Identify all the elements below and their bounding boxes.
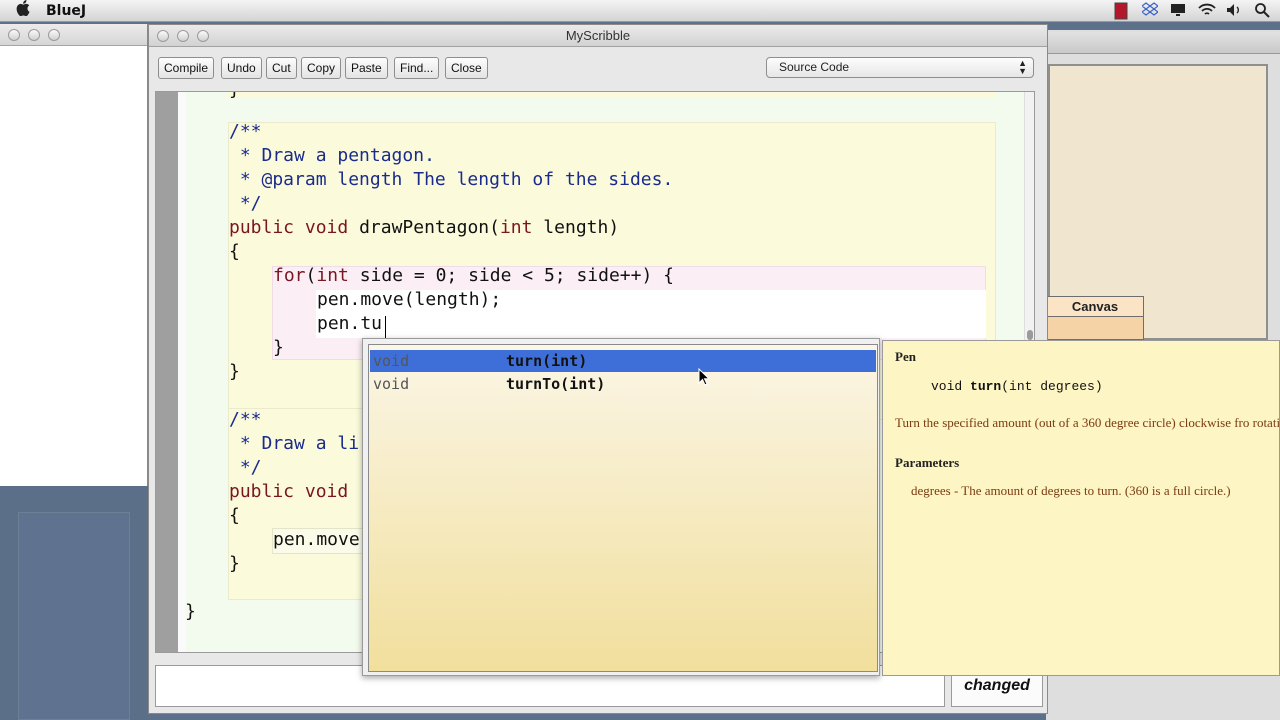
menubar: BlueJ xyxy=(0,0,1280,22)
code-line: public void xyxy=(229,480,348,504)
spotlight-search-icon[interactable] xyxy=(1254,2,1270,18)
close-window-button[interactable] xyxy=(157,30,169,42)
code-line: * @param length The length of the sides. xyxy=(229,169,674,190)
code-line: /** xyxy=(229,409,262,430)
code-keyword: void xyxy=(304,217,349,238)
code-line: } xyxy=(185,601,196,622)
code-line-current: pen.tu xyxy=(317,313,383,334)
code-line: } xyxy=(273,337,284,358)
undo-button[interactable]: Undo xyxy=(221,57,262,79)
zoom-window-button[interactable] xyxy=(48,29,60,41)
code-keyword: public xyxy=(229,481,295,502)
code-line: * Draw a li xyxy=(229,433,360,454)
copy-button[interactable]: Copy xyxy=(301,57,342,79)
minimize-window-button[interactable] xyxy=(28,29,40,41)
close-window-button[interactable] xyxy=(8,29,20,41)
doc-description: Turn the specified amount (out of a 360 … xyxy=(895,415,1280,430)
editor-gutter[interactable] xyxy=(156,92,178,652)
code-line: public void drawPentagon(int length) xyxy=(229,216,619,240)
completion-return-type: void xyxy=(373,352,410,370)
code-line: { xyxy=(229,505,240,526)
code-line: pen.move(length); xyxy=(317,289,502,310)
code-token: side = 0; side < 5; side++) { xyxy=(348,265,674,286)
find-button[interactable]: Find... xyxy=(394,57,440,79)
app-menu-name[interactable]: BlueJ xyxy=(46,3,86,19)
code-line: */ xyxy=(229,457,262,478)
completion-return-type: void xyxy=(373,375,410,393)
minimize-window-button[interactable] xyxy=(177,30,189,42)
code-keyword: public xyxy=(229,217,295,238)
cut-button[interactable]: Cut xyxy=(266,57,297,79)
code-keyword: void xyxy=(304,481,349,502)
compile-button[interactable]: Compile xyxy=(158,57,215,79)
code-line: } xyxy=(229,92,240,102)
code-token: drawPentagon( xyxy=(348,217,500,238)
completion-list[interactable]: void turn(int) void turnTo(int) xyxy=(368,344,878,672)
doc-signature-suffix: (int degrees) xyxy=(1001,379,1103,394)
code-token: length) xyxy=(532,217,620,238)
background-window-left xyxy=(0,24,148,486)
mouse-pointer-icon xyxy=(698,367,711,386)
code-line: } xyxy=(229,553,240,574)
code-line: pen.move xyxy=(273,529,360,550)
window-titlebar: MyScribble xyxy=(149,25,1047,47)
class-box-canvas[interactable]: Canvas xyxy=(1046,296,1144,340)
method-scope-background xyxy=(228,92,996,98)
completion-item-selected[interactable]: void turn(int) xyxy=(370,350,876,372)
status-tray xyxy=(1114,2,1270,20)
background-window-toolbar xyxy=(1046,32,1280,54)
view-select[interactable]: Source Code ▲ ▼ xyxy=(766,57,1034,78)
desktop-panel xyxy=(18,512,130,720)
doc-signature-prefix: void xyxy=(931,379,971,394)
zoom-window-button[interactable] xyxy=(197,30,209,42)
background-window-titlebar xyxy=(0,24,147,46)
code-keyword: for xyxy=(273,265,306,286)
display-icon[interactable] xyxy=(1170,2,1186,18)
completion-item[interactable]: void turnTo(int) xyxy=(370,373,876,395)
text-caret xyxy=(385,316,386,338)
code-line: * Draw a pentagon. xyxy=(229,145,435,166)
code-line: { xyxy=(229,241,240,262)
close-button[interactable]: Close xyxy=(445,57,488,79)
doc-parameter: degrees - The amount of degrees to turn.… xyxy=(911,483,1231,498)
gutter-edge xyxy=(178,92,186,652)
code-line: /** xyxy=(229,121,262,142)
class-box-title: Canvas xyxy=(1047,297,1143,317)
code-token: ( xyxy=(305,265,317,286)
apple-icon[interactable] xyxy=(0,0,46,21)
doc-signature-method: turn xyxy=(970,379,1002,394)
battery-icon[interactable] xyxy=(1114,2,1130,20)
code-completion-popup: void turn(int) void turnTo(int) xyxy=(362,338,880,676)
select-arrows-icon: ▲ ▼ xyxy=(1018,58,1027,76)
code-keyword: int xyxy=(499,217,533,238)
completion-method-name: turn(int) xyxy=(506,352,588,370)
code-keyword: int xyxy=(316,265,349,286)
dropbox-icon[interactable] xyxy=(1141,2,1159,18)
code-line: } xyxy=(229,361,240,382)
documentation-panel: Pen void turn(int degrees) Turn the spec… xyxy=(882,340,1280,676)
completion-method-name: turnTo(int) xyxy=(506,375,606,393)
code-line: for(int side = 0; side < 5; side++) { xyxy=(273,264,674,288)
view-select-value: Source Code xyxy=(779,60,850,74)
paste-button[interactable]: Paste xyxy=(345,57,388,79)
doc-method-signature: void turn(int degrees) xyxy=(931,379,1103,394)
volume-icon[interactable] xyxy=(1226,2,1242,18)
doc-class-name: Pen xyxy=(895,349,916,364)
doc-parameters-heading: Parameters xyxy=(895,455,960,470)
wifi-icon[interactable] xyxy=(1198,2,1216,18)
code-line: */ xyxy=(229,193,262,214)
scrollbar-thumb[interactable] xyxy=(1027,330,1033,340)
window-title: MyScribble xyxy=(565,28,631,43)
